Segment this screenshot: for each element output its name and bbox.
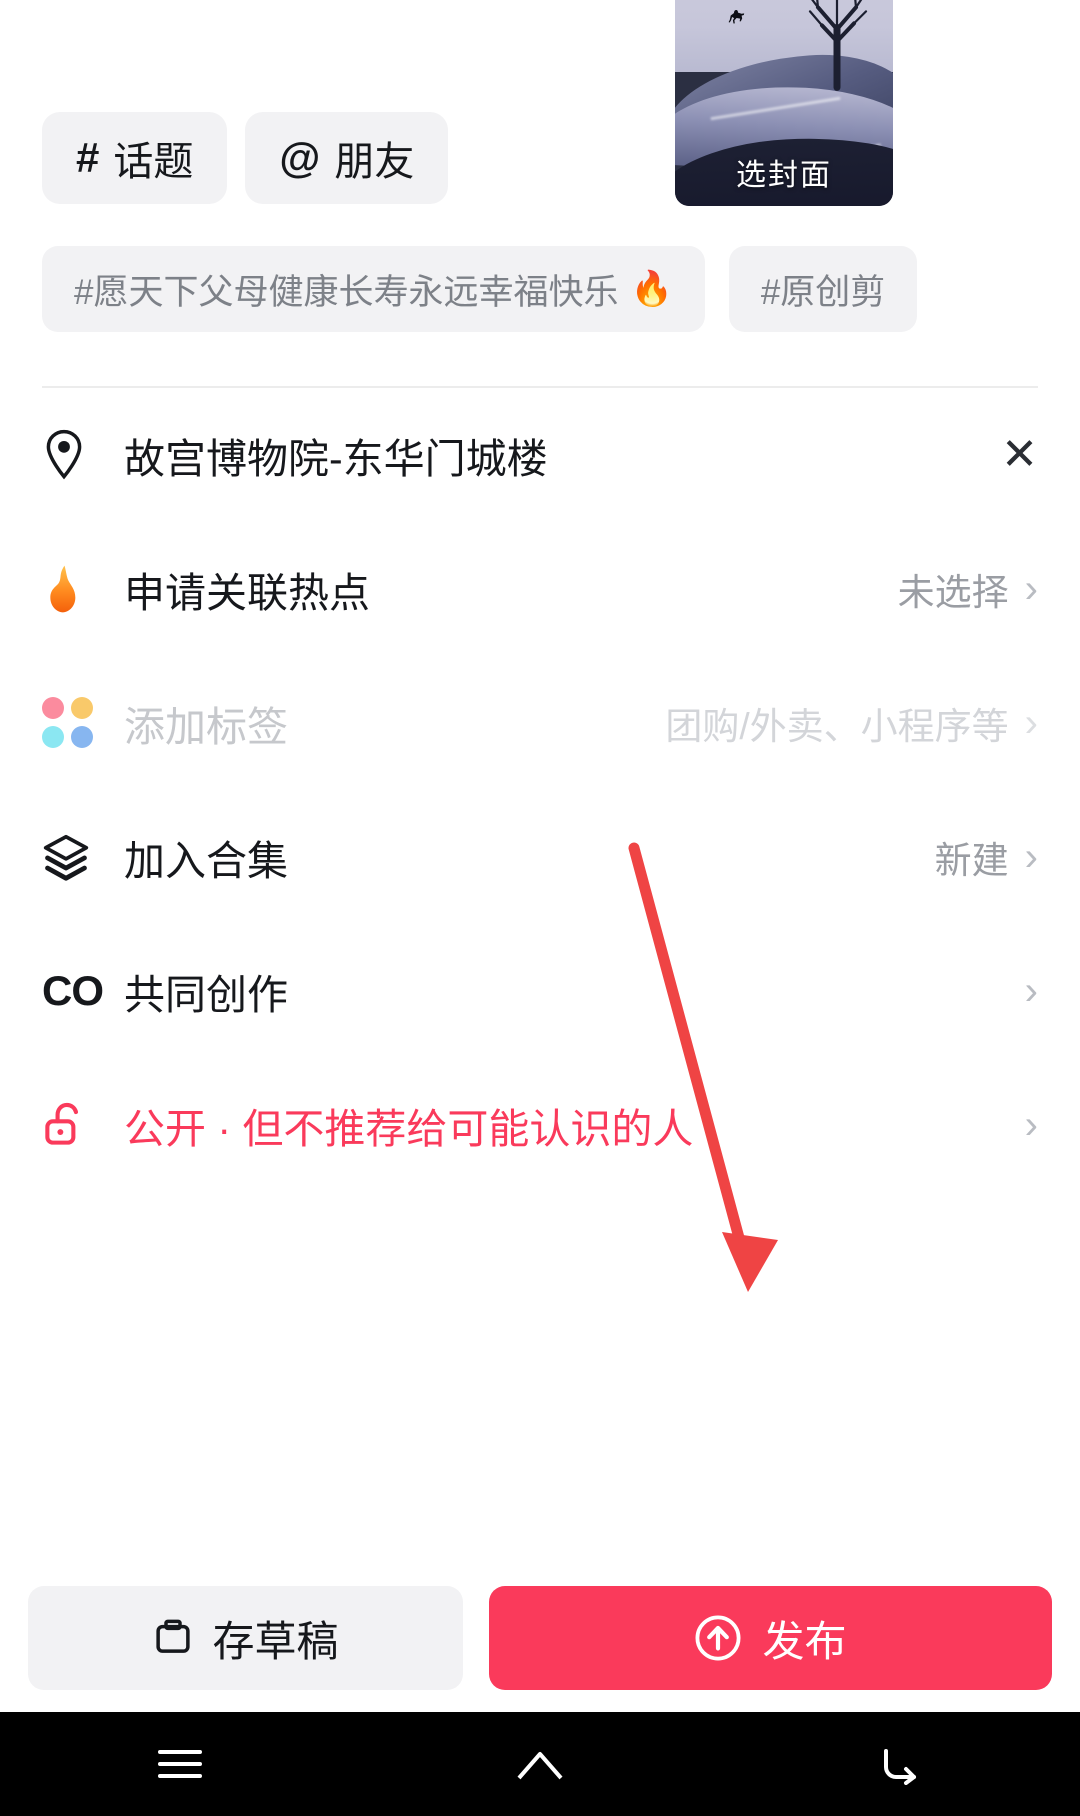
- friend-chip[interactable]: @ 朋友: [245, 112, 449, 204]
- row-co-create[interactable]: CO 共同创作 ›: [42, 924, 1038, 1058]
- menu-icon[interactable]: [148, 1740, 212, 1788]
- row-collection-value: 新建: [934, 840, 1009, 881]
- chevron-right-icon: ›: [1024, 835, 1038, 879]
- row-privacy[interactable]: 公开 · 但不推荐给可能认识的人 ›: [42, 1058, 1038, 1192]
- row-collection[interactable]: 加入合集 新建 ›: [42, 790, 1038, 924]
- chevron-right-icon: ›: [1024, 969, 1038, 1013]
- save-draft-button[interactable]: 存草稿: [28, 1586, 463, 1690]
- save-draft-icon: [156, 1619, 191, 1653]
- topic-chip[interactable]: # 话题: [42, 112, 228, 204]
- unlock-icon: [42, 1099, 112, 1151]
- tag-suggestion-strip[interactable]: #愿天下父母健康长寿永远幸福快乐 🔥 #原创剪: [0, 246, 1080, 332]
- chevron-right-icon: ›: [1024, 1103, 1038, 1147]
- row-hotspot-label: 申请关联热点: [124, 570, 370, 616]
- home-icon[interactable]: [508, 1740, 572, 1788]
- row-add-tag-label: 添加标签: [124, 704, 288, 750]
- back-icon[interactable]: [868, 1740, 932, 1788]
- row-add-tag-value: 团购/外卖、小程序等: [665, 706, 1009, 747]
- row-location-label: 故宫博物院-东华门城楼: [124, 436, 548, 482]
- publish-label: 发布: [762, 1617, 847, 1665]
- tag-suggestion-item[interactable]: #原创剪: [728, 246, 918, 332]
- co-create-icon: CO: [42, 967, 104, 1014]
- flame-icon: 🔥: [630, 270, 673, 308]
- chevron-right-icon: ›: [1024, 701, 1038, 745]
- row-hotspot-value: 未选择: [897, 572, 1009, 613]
- horse-rider-silhouette-icon: [728, 9, 744, 24]
- friend-chip-label: 朋友: [334, 140, 415, 184]
- topic-chip-label: 话题: [113, 140, 194, 184]
- row-hotspot[interactable]: 申请关联热点 未选择 ›: [42, 522, 1038, 656]
- android-nav-bar: [0, 1712, 1080, 1816]
- arrow-up-circle-icon: [695, 1615, 741, 1661]
- save-draft-label: 存草稿: [212, 1617, 339, 1665]
- row-collection-label: 加入合集: [124, 838, 288, 884]
- tag-suggestion-item[interactable]: #愿天下父母健康长寿永远幸福快乐 🔥: [42, 246, 705, 332]
- tag-suggestion-text: #原创剪: [760, 272, 886, 312]
- bare-tree-icon: [808, 0, 867, 91]
- settings-list: 故宫博物院-东华门城楼 ✕ 申请关联热点 未选择 › 添加标签 团购/外卖、小程…: [0, 388, 1080, 1192]
- action-bar: 存草稿 发布: [0, 1586, 1080, 1690]
- at-icon: @: [279, 134, 321, 181]
- row-location[interactable]: 故宫博物院-东华门城楼 ✕: [42, 388, 1038, 522]
- layers-icon: [42, 833, 112, 881]
- close-icon[interactable]: ✕: [1001, 433, 1038, 477]
- row-add-tag[interactable]: 添加标签 团购/外卖、小程序等 ›: [42, 656, 1038, 790]
- row-co-create-label: 共同创作: [124, 972, 288, 1018]
- four-dots-icon: [42, 697, 112, 749]
- chevron-right-icon: ›: [1024, 567, 1038, 611]
- location-pin-icon: [42, 429, 112, 481]
- publish-screen: 选封面 # 话题 @ 朋友 #愿天下父母健康长寿永远幸福快乐 🔥 #原创剪 故宫…: [0, 0, 1080, 1816]
- publish-button[interactable]: 发布: [489, 1586, 1052, 1690]
- tag-suggestion-text: #愿天下父母健康长寿永远幸福快乐: [74, 272, 619, 312]
- insert-chip-row: # 话题 @ 朋友: [0, 112, 1080, 204]
- cover-label: 选封面: [736, 159, 832, 192]
- hash-icon: #: [76, 134, 100, 181]
- row-privacy-label: 公开 · 但不推荐给可能认识的人: [124, 1106, 694, 1152]
- cover-thumbnail[interactable]: 选封面: [675, 0, 893, 206]
- flame-icon: [42, 563, 112, 615]
